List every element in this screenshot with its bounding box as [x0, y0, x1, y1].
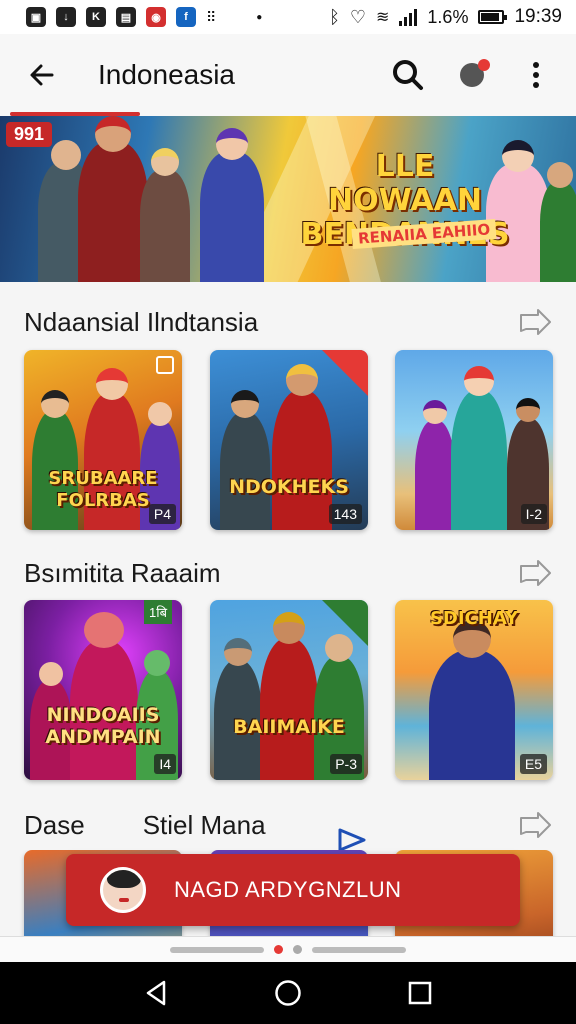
card-count: I-2 [520, 504, 547, 524]
page-indicator [0, 936, 576, 962]
card-logo: SDICHAY [429, 608, 519, 629]
share-icon[interactable] [518, 812, 552, 838]
search-icon [393, 60, 423, 90]
page-indicator-bar [170, 946, 264, 953]
section-title: Dase [24, 809, 85, 840]
battery-level: 1.6% [427, 6, 469, 27]
status-bar: ▣ ↓ K ▤ ◉ f ⠿ ● ᛒ ♡ ≋ 1.6% 19:39 [0, 0, 576, 34]
page-dot-active[interactable] [274, 945, 283, 954]
hero-character [140, 148, 190, 282]
system-nav-bar [0, 962, 576, 1024]
arrow-left-icon [30, 64, 54, 86]
avatar [100, 867, 146, 913]
section-header: Ndaansial Ilndtansia [24, 302, 552, 342]
battery-icon [478, 10, 508, 24]
promo-toast[interactable]: NAGD ARDYGNZLUN [66, 854, 520, 926]
data-saver-icon: ♡ [349, 6, 367, 27]
share-icon[interactable] [518, 560, 552, 586]
card-character [429, 620, 515, 780]
more-options-button[interactable] [518, 57, 554, 93]
play-icon [338, 828, 366, 852]
card-count: 143 [328, 504, 362, 524]
card-character [415, 400, 455, 530]
section-title: Bsımitita Raaaim [24, 557, 221, 588]
shield-notification-icon: ◉ [146, 7, 166, 27]
status-right: ᛒ ♡ ≋ 1.6% 19:39 [329, 6, 562, 28]
image-notification-icon: ▣ [26, 7, 46, 27]
card-count: P-3 [330, 754, 362, 774]
bluetooth-icon: ᛒ [329, 6, 340, 27]
page-dot[interactable] [293, 945, 302, 954]
card-character [451, 366, 507, 530]
circle-home-icon [275, 980, 301, 1006]
share-icon[interactable] [518, 309, 552, 335]
hero-character [200, 128, 264, 282]
wifi-icon: ≋ [376, 9, 390, 26]
card-count: I4 [154, 754, 176, 774]
square-recents-icon [408, 981, 432, 1005]
card-count: P4 [148, 504, 176, 524]
download-icon: ↓ [56, 7, 76, 27]
facebook-notification-icon: f [176, 7, 196, 27]
signal-icon [399, 8, 418, 26]
game-card[interactable]: I-2 [395, 350, 553, 530]
dots-icon: ⠿ [206, 8, 217, 25]
clock: 19:39 [514, 6, 562, 27]
toast-text: NAGD ARDYGNZLUN [174, 877, 402, 902]
game-card[interactable]: BAIIMAIKE P-3 [210, 600, 368, 780]
app-bar: Indoneasia [0, 34, 576, 116]
search-button[interactable] [390, 57, 426, 93]
notification-dot-icon [460, 59, 490, 87]
card-corner-ribbon [322, 600, 368, 646]
section-title-secondary: Stiel Mana [142, 809, 266, 840]
triangle-back-icon [146, 980, 166, 1006]
hero-character [540, 162, 576, 282]
app-actions [390, 57, 554, 93]
page-indicator-bar [312, 946, 406, 953]
game-card[interactable]: 1बि NINDOAIIS ANDMPAIN I4 [24, 600, 182, 780]
hero-character [78, 116, 148, 282]
section-title-group: Dase Stiel Mana [24, 810, 266, 841]
nav-recents-button[interactable] [400, 973, 440, 1013]
card-logo: NINDOAIIS ANDMPAIN [45, 704, 161, 748]
card-badge-icon [156, 356, 174, 374]
card-count: E5 [519, 754, 547, 774]
status-left: ▣ ↓ K ▤ ◉ f ⠿ ● [26, 7, 262, 27]
hero-banner[interactable]: 991 LLE NOWAAN BENDANNES RENAIIA EAHIIO [0, 116, 576, 282]
card-logo: BAIIMAIKE [233, 716, 345, 738]
page-title: Indoneasia [98, 59, 236, 90]
section-title: Ndaansial Ilndtansia [24, 306, 259, 337]
banner-badge: 991 [6, 122, 53, 147]
notifications-button[interactable] [454, 57, 490, 93]
card-badge: 1बि [143, 600, 172, 624]
nav-back-button[interactable] [136, 973, 176, 1013]
game-card[interactable]: SRUBAARE FOLRBAS P4 [24, 350, 182, 530]
card-logo: NDOKHEKS [229, 476, 349, 498]
section-header: Dase Stiel Mana [24, 805, 552, 845]
more-vert-icon [533, 62, 539, 88]
game-card[interactable]: SDICHAY E5 [395, 600, 553, 780]
card-character [220, 390, 270, 530]
game-card[interactable]: NDOKHEKS 143 [210, 350, 368, 530]
screen: ▣ ↓ K ▤ ◉ f ⠿ ● ᛒ ♡ ≋ 1.6% 19:39 Indonea… [0, 0, 576, 1024]
nav-home-button[interactable] [268, 973, 308, 1013]
small-dot-icon: ● [256, 11, 263, 23]
card-corner-ribbon [322, 350, 368, 396]
app-notification-icon: K [86, 7, 106, 27]
card-character [260, 612, 318, 780]
back-button[interactable] [22, 55, 62, 95]
card-character [272, 364, 332, 530]
photo-notification-icon: ▤ [116, 7, 136, 27]
section-header: Bsımitita Raaaim [24, 553, 552, 593]
